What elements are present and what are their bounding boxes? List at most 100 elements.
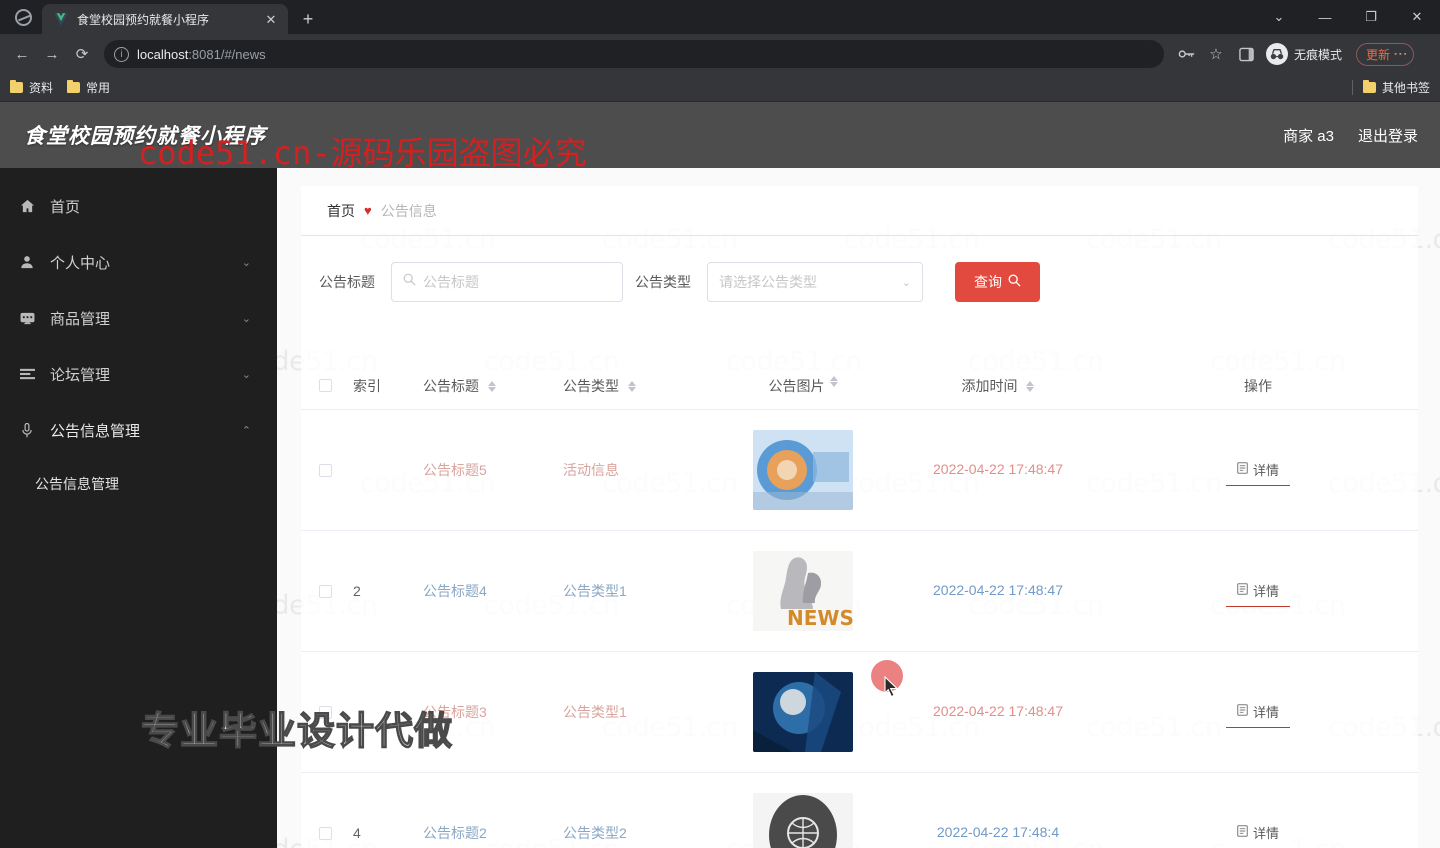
- breadcrumb-current: 公告信息: [380, 202, 437, 219]
- sidebar-item-goods[interactable]: 商品管理 ⌄: [0, 290, 277, 346]
- browser-toolbar: ← → ⟳ i localhost:8081/#/news ☆ 无痕模式 更新 …: [0, 34, 1440, 74]
- side-panel-icon[interactable]: [1232, 40, 1260, 68]
- detail-button[interactable]: 详情: [1225, 575, 1290, 607]
- sidebar-label: 商品管理: [50, 310, 111, 328]
- reload-icon[interactable]: ⟳: [68, 40, 96, 68]
- address-bar[interactable]: i localhost:8081/#/news: [104, 40, 1164, 68]
- sort-icon[interactable]: [829, 375, 838, 396]
- logout-button[interactable]: 退出登录: [1358, 125, 1418, 146]
- sidebar-item-notice[interactable]: 公告信息管理 ⌃: [0, 402, 277, 458]
- chevron-down-icon[interactable]: ⌄: [1256, 0, 1302, 34]
- browser-logo-icon: [14, 8, 32, 26]
- update-button[interactable]: 更新 ⋮: [1356, 42, 1415, 66]
- col-time[interactable]: 添加时间: [898, 376, 1098, 396]
- select-all-checkbox[interactable]: [318, 379, 332, 392]
- detail-button[interactable]: 详情: [1225, 454, 1290, 486]
- row-title[interactable]: 公告标题2: [423, 823, 563, 843]
- filter-bar: 公告标题 公告标题 公告类型 请选择公告类型 ⌄ 查询: [301, 236, 1418, 302]
- notice-type-select[interactable]: 请选择公告类型 ⌄: [707, 262, 923, 302]
- sidebar-item-forum[interactable]: 论坛管理 ⌄: [0, 346, 277, 402]
- detail-button[interactable]: 详情: [1225, 696, 1290, 728]
- table-header-row: 索引 公告标题 公告类型 公告图片 添加时间 操作: [301, 362, 1418, 410]
- row-checkbox[interactable]: [318, 463, 332, 477]
- incognito-icon: [1266, 43, 1288, 65]
- breadcrumb-home[interactable]: 首页: [327, 201, 355, 221]
- incognito-badge[interactable]: 无痕模式: [1262, 41, 1350, 67]
- row-checkbox[interactable]: [318, 705, 332, 719]
- bookmark-item[interactable]: 资料: [10, 79, 53, 96]
- kebab-menu-icon[interactable]: ⋮: [1392, 47, 1409, 61]
- page-title: 食堂校园预约就餐小程序: [24, 125, 266, 148]
- row-index: 4: [353, 825, 361, 841]
- row-select-cell[interactable]: [301, 584, 349, 598]
- forward-icon[interactable]: →: [38, 40, 66, 68]
- row-image-cell[interactable]: [708, 430, 898, 510]
- sort-icon[interactable]: [627, 381, 636, 393]
- row-title[interactable]: 公告标题3: [423, 702, 563, 722]
- bookmarks-right: 其他书签: [1351, 79, 1430, 96]
- row-type: 活动信息: [563, 462, 619, 478]
- row-image-cell[interactable]: NEWS: [708, 551, 898, 631]
- news-thumbnail-icon[interactable]: NEWS: [753, 551, 853, 631]
- chevron-up-icon: ⌃: [241, 424, 251, 437]
- folder-icon: [1362, 80, 1376, 93]
- table-row[interactable]: 公告标题5 活动信息 2022-04-22 17:48:47 详情: [301, 410, 1418, 531]
- sidebar-subitem-notice-manage[interactable]: 公告信息管理: [0, 458, 277, 510]
- site-info-icon[interactable]: i: [114, 46, 129, 62]
- browser-tab[interactable]: 食堂校园预约就餐小程序 ✕: [42, 4, 288, 34]
- notice-title-field[interactable]: 公告标题: [391, 262, 623, 302]
- sort-icon[interactable]: [1026, 381, 1035, 393]
- col-title[interactable]: 公告标题: [423, 376, 563, 396]
- document-icon: [1237, 704, 1248, 719]
- key-icon[interactable]: [1172, 40, 1200, 68]
- notice-type-placeholder: 请选择公告类型: [719, 274, 817, 290]
- search-button[interactable]: 查询: [955, 262, 1040, 302]
- news-thumbnail-icon[interactable]: [753, 672, 853, 752]
- row-title[interactable]: 公告标题5: [423, 460, 563, 480]
- row-checkbox[interactable]: [318, 584, 332, 598]
- other-bookmarks-item[interactable]: 其他书签: [1362, 79, 1430, 96]
- select-all-cell[interactable]: [301, 379, 349, 392]
- row-time: 2022-04-22 17:48:4: [936, 824, 1060, 841]
- col-type[interactable]: 公告类型: [563, 376, 708, 396]
- row-index: 2: [353, 583, 361, 599]
- sidebar-item-home[interactable]: 首页: [0, 178, 277, 234]
- row-type: 公告类型1: [563, 704, 627, 720]
- table-row[interactable]: 公告标题3 公告类型1 2022-04-22 17:48:47 详情: [301, 652, 1418, 773]
- row-checkbox[interactable]: [318, 826, 332, 840]
- row-select-cell[interactable]: [301, 705, 349, 719]
- window-close-button[interactable]: ✕: [1394, 0, 1440, 34]
- row-select-cell[interactable]: [301, 826, 349, 840]
- minimize-button[interactable]: —: [1302, 0, 1348, 34]
- table-row[interactable]: 4 公告标题2 公告类型2 NEW: [301, 773, 1418, 848]
- table-row[interactable]: 2 公告标题4 公告类型1 NEWS 2022-04-22 17:48:47 详…: [301, 531, 1418, 652]
- row-image-cell[interactable]: [708, 672, 898, 752]
- sort-icon[interactable]: [487, 381, 496, 393]
- new-tab-button[interactable]: +: [294, 5, 322, 33]
- row-image-cell[interactable]: NEWS: [708, 793, 898, 848]
- bookmarks-bar: 资料 常用 其他书签: [0, 74, 1440, 102]
- detail-button-label: 详情: [1252, 705, 1279, 720]
- folder-icon: [10, 80, 23, 93]
- row-title[interactable]: 公告标题4: [423, 581, 563, 601]
- news-thumbnail-icon[interactable]: NEWS: [753, 793, 853, 848]
- sidebar-item-profile[interactable]: 个人中心 ⌄: [0, 234, 277, 290]
- close-icon[interactable]: ✕: [262, 10, 280, 28]
- bookmark-item[interactable]: 常用: [67, 79, 110, 96]
- maximize-button[interactable]: ❐: [1348, 0, 1394, 34]
- row-type: 公告类型1: [563, 583, 627, 599]
- user-icon: [18, 255, 36, 269]
- divider: [1351, 80, 1353, 95]
- update-label: 更新: [1366, 47, 1391, 62]
- col-image[interactable]: 公告图片: [708, 375, 898, 396]
- row-select-cell[interactable]: [301, 463, 349, 477]
- current-user-label: 商家 a3: [1283, 127, 1334, 145]
- bookmark-star-icon[interactable]: ☆: [1202, 40, 1230, 68]
- detail-button-label: 详情: [1252, 584, 1279, 599]
- news-thumbnail-icon[interactable]: [753, 430, 853, 510]
- detail-button[interactable]: 详情: [1225, 817, 1290, 848]
- toolbar-actions: ☆ 无痕模式 更新 ⋮: [1172, 40, 1415, 68]
- heart-icon: ♥: [364, 203, 372, 218]
- back-icon[interactable]: ←: [8, 40, 36, 68]
- col-time-label: 添加时间: [961, 377, 1018, 394]
